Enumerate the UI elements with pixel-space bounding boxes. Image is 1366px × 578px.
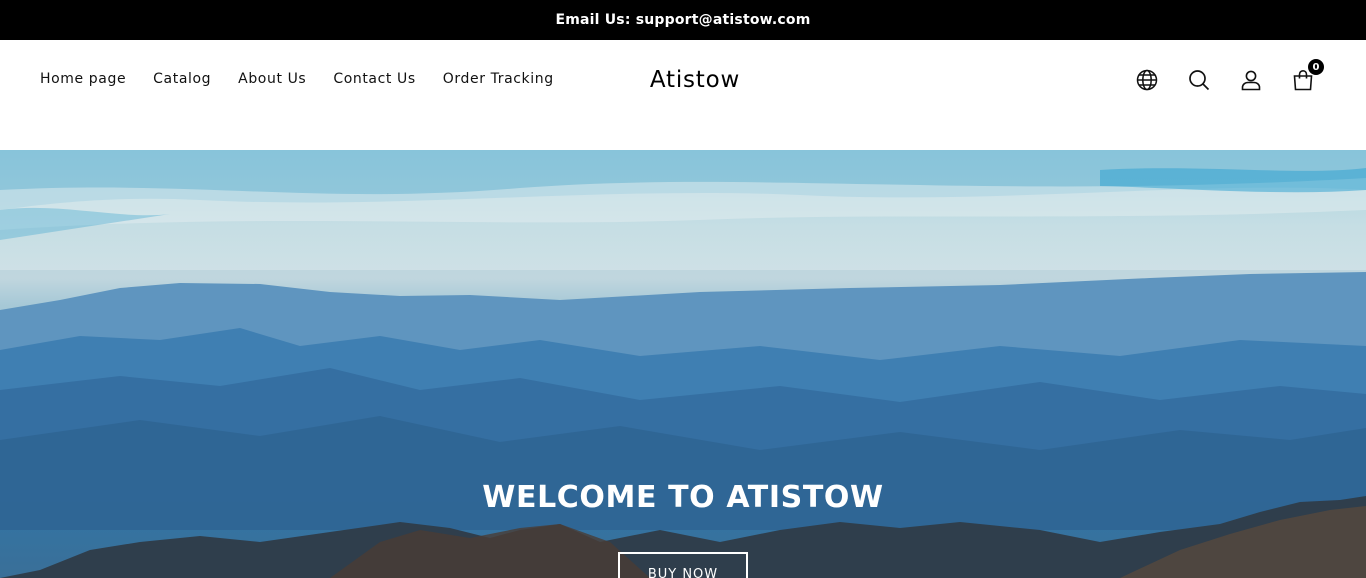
announcement-bar: Email Us: support@atistow.com [0,0,1366,40]
nav-item-contact-us[interactable]: Contact Us [333,70,415,88]
bag-icon[interactable]: 0 [1290,59,1324,93]
announcement-text: Email Us: support@atistow.com [555,12,811,28]
site-header: Home page Catalog About Us Contact Us Or… [0,40,1366,150]
nav-item-catalog[interactable]: Catalog [153,70,211,88]
buy-now-button[interactable]: BUY NOW [618,552,748,578]
nav-item-about-us[interactable]: About Us [238,70,306,88]
nav-item-home-page[interactable]: Home page [40,70,126,88]
user-icon[interactable] [1238,67,1264,93]
main-nav: Home page Catalog About Us Contact Us Or… [40,70,581,88]
hero-banner: WELCOME TO ATISTOW BUY NOW [0,150,1366,578]
search-icon[interactable] [1186,67,1212,93]
site-logo[interactable]: Atistow [583,64,807,96]
hero-title: WELCOME TO ATISTOW [482,480,884,515]
cart-count-badge: 0 [1308,59,1324,75]
nav-item-order-tracking[interactable]: Order Tracking [443,70,554,88]
globe-icon[interactable] [1134,67,1160,93]
